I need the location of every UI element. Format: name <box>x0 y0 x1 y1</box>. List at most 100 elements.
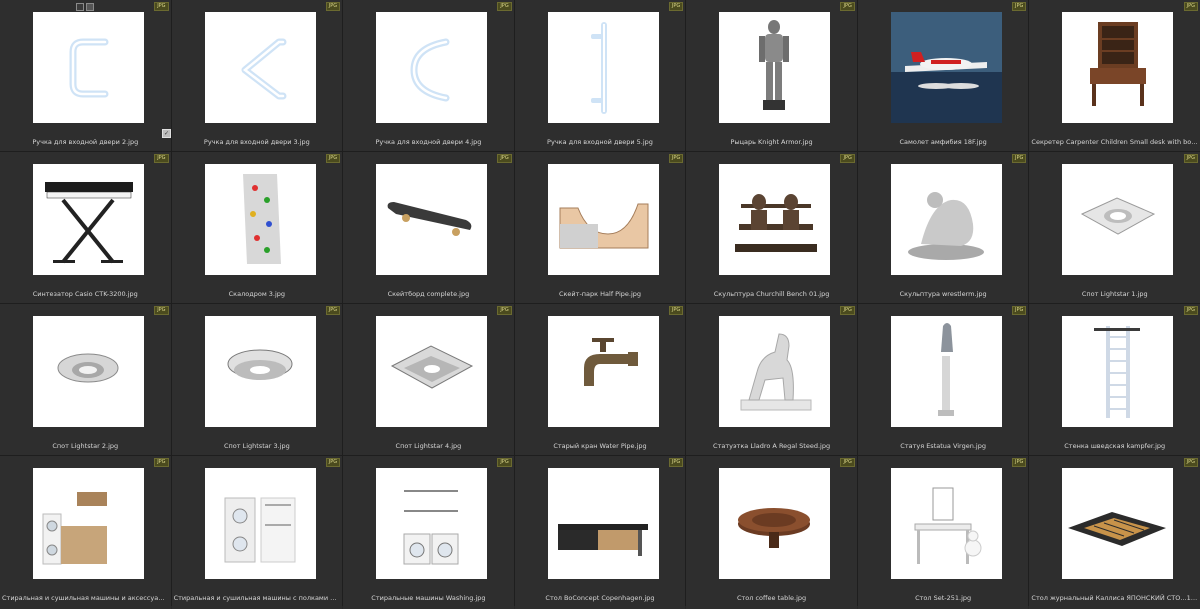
thumbnail-image[interactable] <box>1062 468 1174 579</box>
thumbnail-image[interactable] <box>376 316 488 427</box>
thumbnail-item[interactable]: JPG Скульптура Churchill Bench 01.jpg <box>686 152 857 303</box>
file-type-badge: JPG <box>154 458 169 467</box>
view-mode-icons[interactable] <box>76 3 94 11</box>
thumbnail-item[interactable]: JPG Самолет амфибия 18F.jpg <box>857 0 1029 151</box>
thumbnail-item[interactable]: JPG Статуя Estatua Virgen.jpg <box>857 304 1029 455</box>
thumbnail-image[interactable] <box>376 12 488 123</box>
thumbnail-image[interactable] <box>33 164 144 275</box>
thumbnail-image[interactable] <box>204 12 316 123</box>
dressing-table-icon <box>914 487 982 564</box>
thumbnail-item[interactable]: JPG Стол Set-251.jpg <box>857 456 1029 609</box>
file-type-badge: JPG <box>325 154 341 163</box>
thumbnail-item[interactable]: JPG Скейтборд complete.jpg <box>343 152 514 303</box>
file-type-badge: JPG <box>1183 2 1198 11</box>
thumbnail-image[interactable] <box>33 468 144 579</box>
washing-machines-icon <box>403 490 459 565</box>
thumbnail-image[interactable] <box>890 12 1002 123</box>
file-type-badge: JPG <box>1183 306 1198 315</box>
thumbnail-item[interactable]: JPG Спот Lightstar 2.jpg <box>0 304 171 455</box>
thumbnail-item[interactable]: JPG Стол coffee table.jpg <box>686 456 857 609</box>
thumbnail-image[interactable] <box>1062 12 1174 123</box>
file-name: Спот Lightstar 4.jpg <box>395 442 462 450</box>
synthesizer-icon <box>45 182 133 264</box>
file-type-badge: JPG <box>1012 2 1027 11</box>
thumbnail-image[interactable] <box>33 12 144 123</box>
thumbnail-item[interactable]: JPG Стол журнальный Каллиса ЯПОНСКИЙ СТО… <box>1029 456 1200 609</box>
thumbnail-item[interactable]: JPG Спот Lightstar 3.jpg <box>171 304 343 455</box>
thumbnail-item[interactable]: JPG Старый кран Water Pipe.jpg <box>514 304 686 455</box>
file-name: Рыцарь Knight Armor.jpg <box>730 138 813 146</box>
edit-icon[interactable] <box>86 3 94 11</box>
selection-checkbox[interactable]: ✓ <box>162 129 171 138</box>
file-name: Скульптура Churchill Bench 01.jpg <box>713 290 830 298</box>
thumbnail-image[interactable] <box>1062 164 1174 275</box>
file-type-badge: JPG <box>668 458 684 467</box>
horse-statuette-icon <box>740 333 812 411</box>
file-type-badge: JPG <box>497 154 512 163</box>
thumbnail-image[interactable] <box>204 468 316 579</box>
thumbnail-item[interactable]: JPG Синтезатор Casio CTK-3200.jpg <box>0 152 171 303</box>
file-type-badge: JPG <box>840 154 855 163</box>
thumbnail-image[interactable] <box>719 12 831 123</box>
thumbnail-item[interactable]: JPG Ручка для входной двери 3.jpg <box>171 0 343 151</box>
thumbnail-image[interactable] <box>890 468 1002 579</box>
door-handle-c-icon <box>410 38 450 102</box>
file-type-badge: JPG <box>154 306 169 315</box>
thumbnail-item[interactable]: JPG Ручка для входной двери 4.jpg <box>343 0 514 151</box>
desk-bookcase-icon <box>1090 22 1147 106</box>
thumbnail-item[interactable]: JPG ✓ Ручка для входной двери 2.jpg <box>0 0 171 151</box>
file-type-badge: JPG <box>497 458 512 467</box>
file-name: Спот Lightstar 2.jpg <box>52 442 119 450</box>
thumbnail-image[interactable] <box>719 468 831 579</box>
thumbnail-image[interactable] <box>890 316 1002 427</box>
file-type-badge: JPG <box>154 2 169 11</box>
thumbnail-image[interactable] <box>33 316 144 427</box>
half-pipe-icon <box>559 203 649 249</box>
thumbnail-image[interactable] <box>547 164 659 275</box>
file-name: Стиральная и сушильная машины и аксессуа… <box>2 594 169 602</box>
climbing-wall-icon <box>242 174 281 264</box>
file-name: Ручка для входной двери 2.jpg <box>32 138 139 146</box>
thumbnail-item[interactable]: JPG Скейт-парк Half Pipe.jpg <box>514 152 686 303</box>
thumbnail-item[interactable]: JPG Стиральная и сушильная машины и аксе… <box>0 456 171 609</box>
thumbnail-image[interactable] <box>547 316 659 427</box>
thumbnail-grid: JPG ✓ Ручка для входной двери 2.jpg JPG … <box>0 0 1200 609</box>
file-name: Спот Lightstar 1.jpg <box>1081 290 1148 298</box>
thumbnail-item[interactable]: JPG Стенка шведская kampfer.jpg <box>1029 304 1200 455</box>
thumbnail-item[interactable]: JPG Спот Lightstar 1.jpg <box>1029 152 1200 303</box>
file-type-badge: JPG <box>1012 154 1027 163</box>
file-name: Скалодром 3.jpg <box>228 290 286 298</box>
thumbnail-image[interactable] <box>719 316 831 427</box>
thumbnail-image[interactable] <box>1062 316 1174 427</box>
file-type-badge: JPG <box>497 306 512 315</box>
file-name: Стол Set-251.jpg <box>915 594 972 602</box>
file-type-badge: JPG <box>840 306 855 315</box>
desk-table-icon <box>557 524 648 556</box>
file-name: Стенка шведская kampfer.jpg <box>1064 442 1166 450</box>
thumbnail-item[interactable]: JPG Стол BoConcept Copenhagen.jpg <box>514 456 686 609</box>
thumbnail-item[interactable]: JPG Скалодром 3.jpg <box>171 152 343 303</box>
thumbnail-item[interactable]: JPG Секретер Carpenter Children Small de… <box>1029 0 1200 151</box>
square-icon[interactable] <box>76 3 84 11</box>
thumbnail-item[interactable]: JPG Ручка для входной двери 5.jpg <box>514 0 686 151</box>
door-handle-straight-icon <box>590 22 607 114</box>
thumbnail-item[interactable]: JPG Рыцарь Knight Armor.jpg <box>686 0 857 151</box>
thumbnail-image[interactable] <box>547 12 659 123</box>
file-name: Секретер Carpenter Children Small desk w… <box>1031 138 1198 146</box>
thumbnail-image[interactable] <box>547 468 659 579</box>
thumbnail-image[interactable] <box>890 164 1002 275</box>
thumbnail-image[interactable] <box>376 468 488 579</box>
thumbnail-image[interactable] <box>204 164 316 275</box>
thumbnail-image[interactable] <box>204 316 316 427</box>
file-type-badge: JPG <box>497 2 512 11</box>
thumbnail-item[interactable]: JPG Статуэтка Lladro A Regal Steed.jpg <box>686 304 857 455</box>
thumbnail-item[interactable]: JPG Скульптура wrestlerm.jpg <box>857 152 1029 303</box>
thumbnail-image[interactable] <box>376 164 488 275</box>
thumbnail-item[interactable]: JPG Спот Lightstar 4.jpg <box>343 304 514 455</box>
file-name: Скейт-парк Half Pipe.jpg <box>558 290 642 298</box>
file-type-badge: JPG <box>1012 458 1027 467</box>
file-name: Статуэтка Lladro A Regal Steed.jpg <box>713 442 831 450</box>
thumbnail-item[interactable]: JPG Стиральные машины Washing.jpg <box>343 456 514 609</box>
thumbnail-image[interactable] <box>719 164 831 275</box>
thumbnail-item[interactable]: JPG Стиральная и сушильная машины с полк… <box>171 456 343 609</box>
